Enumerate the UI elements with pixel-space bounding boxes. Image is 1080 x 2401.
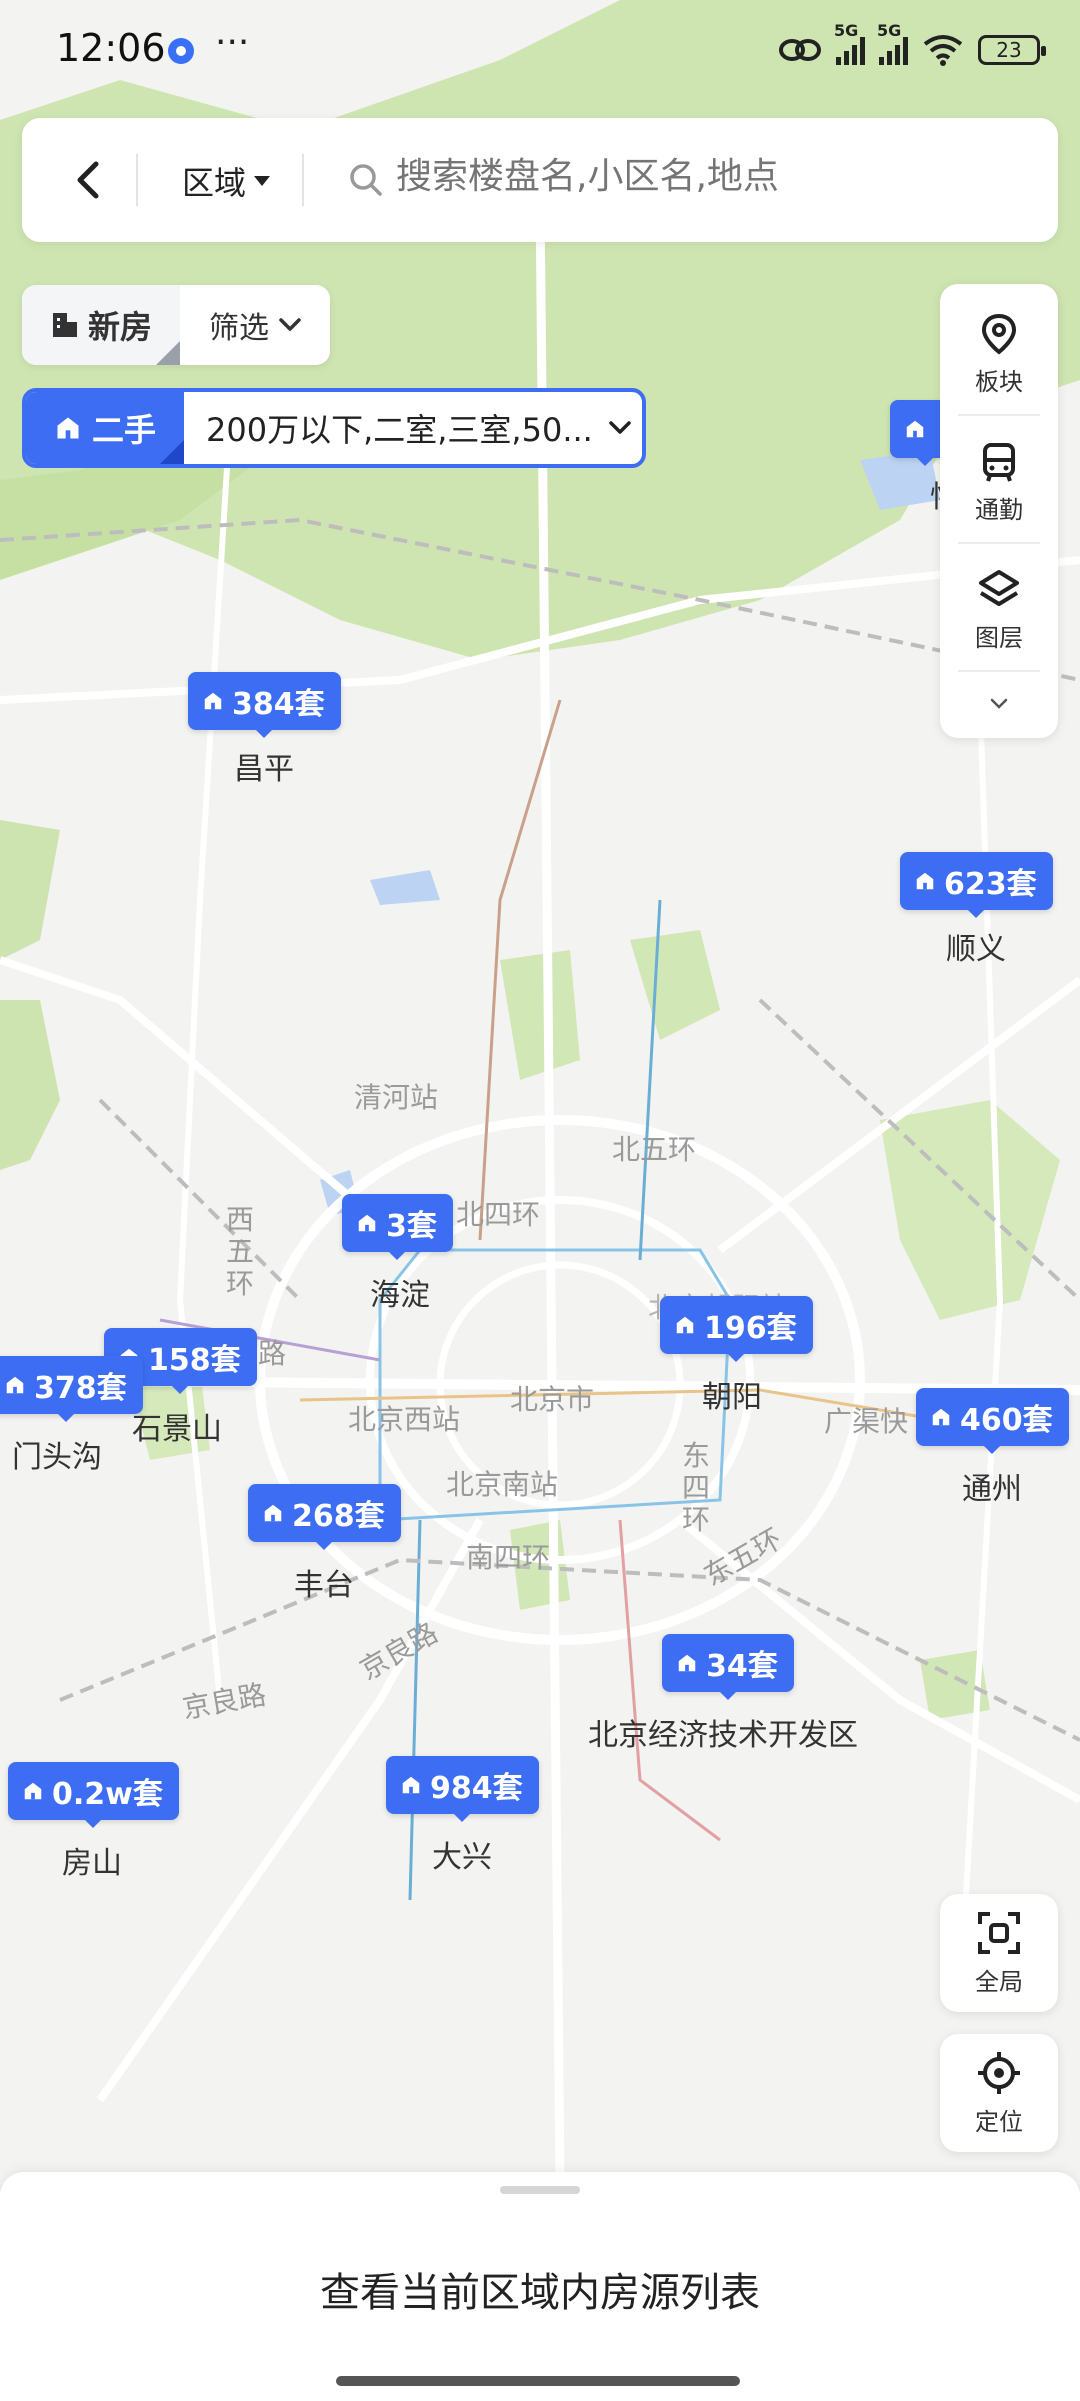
search-icon xyxy=(350,164,382,196)
marker-fengtai[interactable]: 268套 xyxy=(248,1484,401,1550)
view-listings-link[interactable]: 查看当前区域内房源列表 xyxy=(0,2260,1080,2318)
district-chaoyang: 朝阳 xyxy=(702,1380,762,1415)
map-pin-icon xyxy=(981,313,1017,355)
house-icon xyxy=(916,872,934,890)
battery-icon: 23 xyxy=(978,35,1046,65)
link-icon xyxy=(779,39,821,61)
sheet-drag-handle[interactable] xyxy=(500,2186,580,2194)
house-icon xyxy=(24,1782,42,1800)
marker-shunyi[interactable]: 623套 xyxy=(900,852,1053,918)
tool-block[interactable]: 板块 xyxy=(940,294,1058,414)
district-fangshan: 房山 xyxy=(62,1846,122,1881)
locate-icon xyxy=(978,2051,1020,2094)
district-yizhuang: 北京经济技术开发区 xyxy=(588,1718,858,1753)
second-hand-toggle[interactable]: 二手 xyxy=(26,392,184,464)
house-icon xyxy=(358,1214,376,1232)
district-tongzhou: 通州 xyxy=(962,1472,1022,1507)
house-icon xyxy=(6,1376,24,1394)
divider xyxy=(958,414,1040,416)
locate-button[interactable]: 定位 xyxy=(940,2034,1058,2152)
district-haidian: 海淀 xyxy=(370,1278,430,1313)
map-label-south4: 南四环 xyxy=(466,1541,551,1574)
status-bar: 12:06 ··· 5G 5G 23 xyxy=(0,0,1080,100)
corner-tick-icon xyxy=(156,341,180,365)
map-label-road: 路 xyxy=(258,1337,287,1370)
map-label-guangqu: 广渠快 xyxy=(824,1405,909,1438)
app-notification-icon xyxy=(168,38,194,64)
map-label-beijing-city: 北京市 xyxy=(510,1383,595,1416)
map-label-west-station: 北京西站 xyxy=(348,1403,461,1436)
building-icon xyxy=(52,313,77,337)
corner-tick-icon xyxy=(160,440,184,464)
map-tools-panel: 板块 通勤 图层 xyxy=(940,284,1058,738)
dropdown-caret-icon xyxy=(254,176,271,186)
wifi-icon xyxy=(923,35,963,66)
layers-icon xyxy=(979,569,1019,606)
new-house-toggle[interactable]: 新房 xyxy=(22,285,180,365)
house-icon xyxy=(932,1408,950,1426)
district-shunyi: 顺义 xyxy=(946,932,1006,967)
divider xyxy=(136,154,138,206)
tool-layers[interactable]: 图层 xyxy=(940,550,1058,670)
chevron-down-icon xyxy=(990,698,1008,709)
marker-daxing[interactable]: 984套 xyxy=(386,1756,539,1822)
second-hand-conditions-dropdown[interactable]: 200万以下,二室,三室,50... xyxy=(184,392,642,464)
chevron-down-icon xyxy=(609,421,631,434)
status-time: 12:06 xyxy=(56,26,166,70)
marker-yizhuang[interactable]: 34套 xyxy=(662,1634,794,1700)
marker-mentougou[interactable]: 378套 xyxy=(0,1356,143,1422)
chevron-down-icon xyxy=(279,318,301,331)
district-changping: 昌平 xyxy=(234,752,294,787)
map-label-north4: 北四环 xyxy=(456,1198,541,1231)
marker-chaoyang[interactable]: 196套 xyxy=(660,1296,813,1362)
house-icon xyxy=(57,417,79,439)
marker-fangshan[interactable]: 0.2w套 xyxy=(8,1762,179,1828)
second-hand-chip-group: 二手 200万以下,二室,三室,50... xyxy=(22,388,646,468)
signal-icon-2: 5G xyxy=(877,21,908,65)
marker-tongzhou[interactable]: 460套 xyxy=(916,1388,1069,1454)
search-bar: 区域 xyxy=(22,118,1058,242)
map-label-east4: 东四环 xyxy=(682,1439,711,1536)
house-icon xyxy=(204,692,222,710)
house-icon xyxy=(676,1316,694,1334)
tool-commute[interactable]: 通勤 xyxy=(940,422,1058,542)
fit-screen-icon xyxy=(978,1911,1020,1954)
divider xyxy=(958,670,1040,672)
house-icon xyxy=(906,420,924,438)
new-house-chip-group: 新房 筛选 xyxy=(22,285,330,365)
map-label-qinghe: 清河站 xyxy=(354,1081,439,1114)
district-shijingshan: 石景山 xyxy=(132,1412,222,1447)
district-mentougou: 门头沟 xyxy=(12,1440,102,1475)
home-indicator[interactable] xyxy=(336,2376,740,2386)
search-input[interactable] xyxy=(396,156,996,197)
map-label-north5: 北五环 xyxy=(612,1133,697,1166)
map-label-west5: 西五环 xyxy=(226,1203,255,1300)
filter-button[interactable]: 筛选 xyxy=(180,285,330,365)
marker-haidian[interactable]: 3套 xyxy=(342,1194,453,1260)
house-icon xyxy=(264,1504,282,1522)
map-label-south-station: 北京南站 xyxy=(446,1468,559,1501)
house-icon xyxy=(678,1654,696,1672)
house-icon xyxy=(402,1776,420,1794)
divider xyxy=(958,542,1040,544)
fit-all-button[interactable]: 全局 xyxy=(940,1894,1058,2012)
tools-expand-button[interactable] xyxy=(940,676,1058,732)
bus-icon xyxy=(983,442,1015,482)
bottom-sheet[interactable]: 查看当前区域内房源列表 xyxy=(0,2172,1080,2401)
divider xyxy=(302,154,304,206)
more-notifications-icon: ··· xyxy=(215,22,250,63)
district-fengtai: 丰台 xyxy=(294,1568,354,1603)
district-daxing: 大兴 xyxy=(432,1840,492,1875)
area-dropdown[interactable]: 区域 xyxy=(182,158,271,204)
marker-changping[interactable]: 384套 xyxy=(188,672,341,738)
signal-icon-1: 5G xyxy=(834,21,865,65)
back-arrow-icon[interactable] xyxy=(62,152,118,208)
